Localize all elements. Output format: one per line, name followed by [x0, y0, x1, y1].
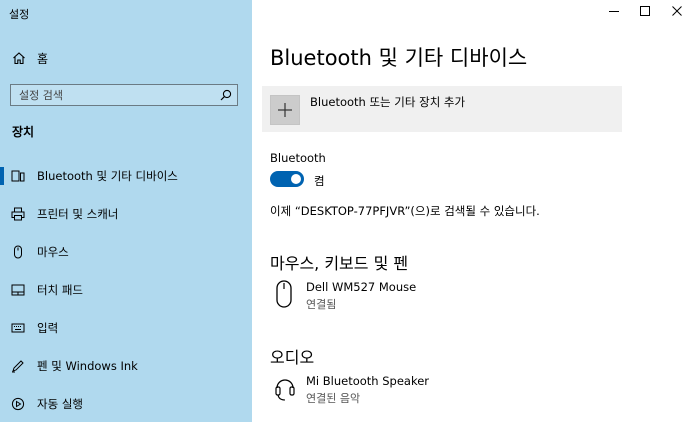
minimize-icon[interactable]	[607, 4, 621, 18]
sidebar-item-label: Bluetooth 및 기타 디바이스	[37, 169, 178, 183]
toggle-state-label: 켬	[314, 174, 325, 188]
group-title-input-devices: 마우스, 키보드 및 펜	[270, 254, 409, 273]
device-mi-speaker[interactable]: Mi Bluetooth Speaker 연결된 음악	[270, 374, 670, 408]
mouse-icon	[14, 245, 22, 259]
headset-icon	[275, 379, 295, 401]
sidebar: 설정 홈 장치 Bluetooth 및 기타 디바이스 프린터 및 스캐너	[0, 0, 252, 422]
maximize-icon[interactable]	[638, 4, 652, 18]
search-input[interactable]	[11, 85, 219, 105]
printer-icon	[11, 207, 25, 221]
device-name: Mi Bluetooth Speaker	[306, 374, 430, 388]
device-status: 연결된 음악	[306, 392, 361, 405]
sidebar-item-label: 마우스	[37, 245, 69, 259]
selected-indicator	[0, 167, 4, 185]
add-device-button[interactable]: Bluetooth 또는 기타 장치 추가	[262, 86, 622, 132]
device-dell-mouse[interactable]: Dell WM527 Mouse 연결됨	[270, 280, 670, 314]
sidebar-item-pen[interactable]: 펜 및 Windows Ink	[0, 351, 252, 381]
sidebar-item-label: 터치 패드	[37, 283, 83, 297]
search-icon[interactable]	[220, 89, 232, 101]
sidebar-item-label: 프린터 및 스캐너	[37, 207, 119, 221]
sidebar-item-printers[interactable]: 프린터 및 스캐너	[0, 199, 252, 229]
home-icon	[13, 52, 25, 65]
main-content: Bluetooth 및 기타 디바이스 Bluetooth 또는 기타 장치 추…	[252, 0, 700, 422]
sidebar-item-mouse[interactable]: 마우스	[0, 237, 252, 267]
autoplay-icon	[11, 397, 25, 411]
sidebar-item-autoplay[interactable]: 자동 실행	[0, 389, 252, 419]
group-title-audio: 오디오	[270, 348, 315, 367]
sidebar-item-label: 펜 및 Windows Ink	[37, 359, 138, 373]
search-box[interactable]	[10, 84, 238, 106]
sidebar-item-label: 자동 실행	[37, 397, 83, 411]
sidebar-item-touchpad[interactable]: 터치 패드	[0, 275, 252, 305]
sidebar-item-label: 입력	[37, 321, 59, 335]
close-icon[interactable]	[670, 4, 684, 18]
add-device-label: Bluetooth 또는 기타 장치 추가	[310, 95, 466, 109]
sidebar-item-typing[interactable]: 입력	[0, 313, 252, 343]
device-name: Dell WM527 Mouse	[306, 280, 417, 294]
plus-icon	[270, 95, 300, 125]
discoverable-text: 이제 “DESKTOP-77PFJVR”(으)로 검색될 수 있습니다.	[270, 204, 540, 218]
section-title: 장치	[12, 125, 35, 139]
mouse-device-icon	[276, 280, 292, 308]
bluetooth-devices-icon	[11, 170, 25, 182]
page-title: Bluetooth 및 기타 디바이스	[270, 46, 528, 70]
keyboard-icon	[11, 323, 25, 333]
bluetooth-toggle[interactable]	[270, 171, 304, 187]
home-label: 홈	[37, 51, 49, 66]
pen-icon	[12, 360, 24, 373]
touchpad-icon	[11, 284, 25, 296]
bluetooth-label: Bluetooth	[270, 151, 326, 165]
device-status: 연결됨	[306, 298, 337, 311]
window-title: 설정	[9, 8, 30, 21]
home-nav-item[interactable]: 홈	[0, 46, 252, 70]
toggle-knob	[291, 174, 301, 184]
sidebar-item-bluetooth[interactable]: Bluetooth 및 기타 디바이스	[0, 161, 252, 191]
